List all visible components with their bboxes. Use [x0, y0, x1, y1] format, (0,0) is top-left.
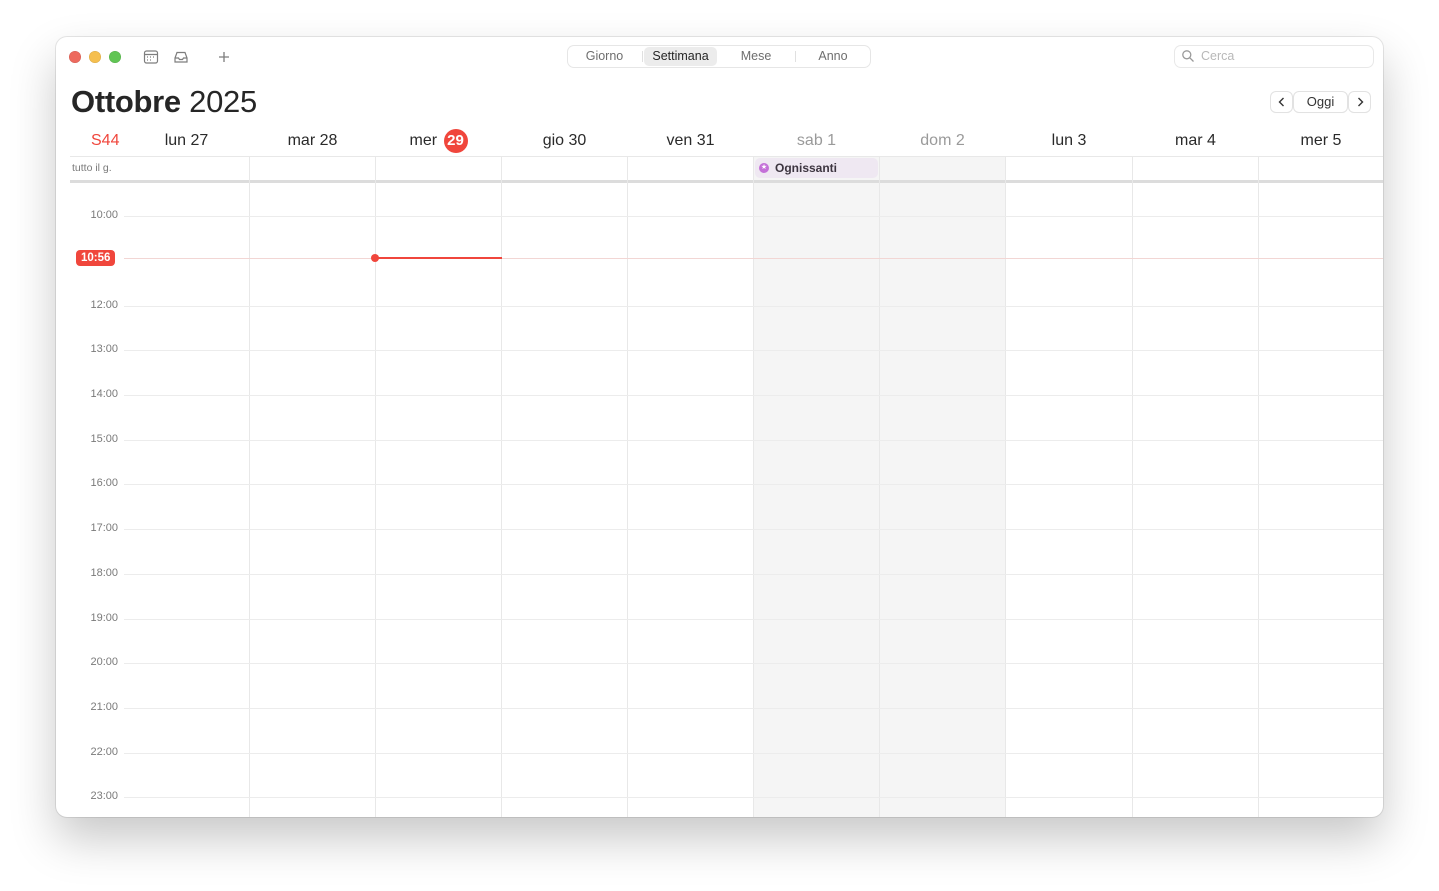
- all-day-label: tutto il g.: [72, 162, 112, 174]
- today-button[interactable]: Oggi: [1294, 92, 1347, 112]
- close-window-button[interactable]: [69, 51, 81, 63]
- month-name: Ottobre: [71, 84, 181, 119]
- day-header-mer-5[interactable]: mer 5: [1259, 128, 1383, 154]
- calendar-list-icon[interactable]: [142, 48, 160, 66]
- hour-line: [124, 350, 1383, 351]
- chevron-left-icon: [1278, 97, 1284, 107]
- current-time-badge: 10:56: [76, 250, 116, 266]
- hour-line: [124, 797, 1383, 798]
- zoom-window-button[interactable]: [109, 51, 121, 63]
- column-divider: [1258, 156, 1259, 817]
- hour-label: 19:00: [90, 612, 118, 624]
- column-divider: [753, 156, 754, 817]
- hour-line: [124, 708, 1383, 709]
- tab-anno[interactable]: Anno: [797, 47, 869, 66]
- segment-divider: [642, 51, 643, 62]
- next-week-button[interactable]: [1349, 92, 1370, 112]
- hour-line: [124, 753, 1383, 754]
- hour-line: [124, 216, 1383, 217]
- hour-line: [124, 395, 1383, 396]
- day-header-mar-4[interactable]: mar 4: [1133, 128, 1258, 154]
- segment-divider: [795, 51, 796, 62]
- event-title: Ognissanti: [775, 161, 838, 175]
- tab-settimana[interactable]: Settimana: [644, 47, 717, 66]
- previous-week-button[interactable]: [1271, 92, 1292, 112]
- hour-line: [124, 440, 1383, 441]
- all-day-separator: [70, 180, 1383, 183]
- hour-label: 22:00: [90, 746, 118, 758]
- search-icon: [1181, 49, 1195, 63]
- hour-line: [124, 484, 1383, 485]
- hour-line: [124, 574, 1383, 575]
- day-header-lun-27[interactable]: lun 27: [124, 128, 249, 154]
- column-divider: [879, 156, 880, 817]
- chevron-right-icon: [1357, 97, 1363, 107]
- day-header-lun-3[interactable]: lun 3: [1006, 128, 1132, 154]
- page-title: Ottobre 2025: [71, 83, 257, 121]
- day-header-ven-31[interactable]: ven 31: [628, 128, 753, 154]
- today-date-badge: 29: [443, 128, 468, 153]
- hour-label: 17:00: [90, 522, 118, 534]
- plus-icon[interactable]: [215, 48, 233, 66]
- holiday-star-icon: ★: [759, 163, 769, 173]
- column-divider: [1132, 156, 1133, 817]
- hour-line: [124, 619, 1383, 620]
- search-field[interactable]: [1175, 46, 1373, 67]
- week-number: S44: [91, 132, 120, 149]
- day-header-mer-29[interactable]: mer 29: [376, 128, 501, 154]
- hour-label: 16:00: [90, 477, 118, 489]
- day-header-mar-28[interactable]: mar 28: [250, 128, 375, 154]
- search-input[interactable]: [1201, 47, 1366, 65]
- hour-line: [124, 663, 1383, 664]
- day-header-gio-30[interactable]: gio 30: [502, 128, 627, 154]
- column-divider: [627, 156, 628, 817]
- column-divider: [249, 156, 250, 817]
- all-day-row[interactable]: [70, 156, 1383, 181]
- day-header-sab-1[interactable]: sab 1: [754, 128, 879, 154]
- hour-label: 20:00: [90, 656, 118, 668]
- hour-label: 18:00: [90, 567, 118, 579]
- hour-line: [124, 306, 1383, 307]
- hour-label: 23:00: [90, 790, 118, 802]
- inbox-icon[interactable]: [172, 48, 190, 66]
- hour-label: 13:00: [90, 343, 118, 355]
- minimize-window-button[interactable]: [89, 51, 101, 63]
- calendar-window: Giorno Settimana Mese Anno Ottobre 2025 …: [56, 37, 1383, 817]
- view-segmented-control: Giorno Settimana Mese Anno: [568, 46, 870, 67]
- tab-giorno[interactable]: Giorno: [569, 47, 640, 66]
- hour-label: 14:00: [90, 388, 118, 400]
- day-name: mer: [409, 132, 438, 149]
- hour-label: 10:00: [90, 209, 118, 221]
- column-divider: [501, 156, 502, 817]
- hour-label: 12:00: [90, 299, 118, 311]
- hour-label: 21:00: [90, 701, 118, 713]
- column-divider: [1005, 156, 1006, 817]
- all-day-event-ognissanti[interactable]: ★ Ognissanti: [755, 158, 878, 178]
- tab-mese[interactable]: Mese: [719, 47, 793, 66]
- current-time-dot: [371, 254, 379, 262]
- year-label: 2025: [189, 84, 257, 119]
- hour-label: 15:00: [90, 433, 118, 445]
- hour-line: [124, 529, 1383, 530]
- current-time-guide: [124, 258, 1383, 259]
- day-header-dom-2[interactable]: dom 2: [880, 128, 1005, 154]
- current-time-line: [376, 257, 502, 259]
